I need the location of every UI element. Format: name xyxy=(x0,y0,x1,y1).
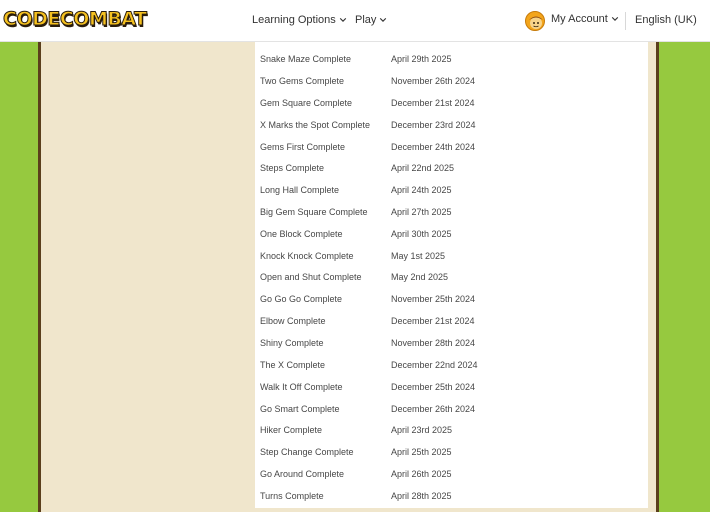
language-selector[interactable]: English (UK) xyxy=(635,14,697,26)
achievement-name: Elbow Complete xyxy=(260,316,326,326)
user-avatar-icon[interactable] xyxy=(525,11,545,31)
nav-learning-options[interactable]: Learning Options xyxy=(252,14,347,26)
achievement-date: May 1st 2025 xyxy=(391,251,446,261)
list-item: Gem Square Complete December 21st 2024 xyxy=(255,92,648,114)
list-item: Elbow Complete December 21st 2024 xyxy=(255,310,648,332)
achievement-date: November 26th 2024 xyxy=(391,76,476,86)
achievement-name: Gem Square Complete xyxy=(260,98,353,108)
achievement-date: April 29th 2025 xyxy=(391,54,452,64)
achievement-name: The X Complete xyxy=(260,360,326,370)
my-account-label: My Account xyxy=(551,13,608,25)
achievement-date: April 27th 2025 xyxy=(391,207,452,217)
chevron-down-icon xyxy=(339,18,346,22)
list-item: Turns Complete April 28th 2025 xyxy=(255,485,648,507)
achievement-name: X Marks the Spot Complete xyxy=(260,120,371,130)
nav-play[interactable]: Play xyxy=(355,14,387,26)
achievement-date: April 25th 2025 xyxy=(391,447,452,457)
achievement-name: One Block Complete xyxy=(260,229,343,239)
list-item: Snake Maze Complete April 29th 2025 xyxy=(255,48,648,70)
my-account-menu[interactable]: My Account xyxy=(551,13,619,25)
achievement-name: Go Smart Complete xyxy=(260,404,340,414)
right-wood-border xyxy=(656,42,659,512)
achievement-date: April 28th 2025 xyxy=(391,491,452,501)
achievement-name: Big Gem Square Complete xyxy=(260,207,368,217)
chevron-down-icon xyxy=(611,17,619,21)
achievement-name: Go Around Complete xyxy=(260,469,345,479)
achievement-date: May 2nd 2025 xyxy=(391,272,449,282)
list-item: Steps Complete April 22nd 2025 xyxy=(255,157,648,179)
nav-learning-options-label: Learning Options xyxy=(252,14,336,26)
list-item: Big Gem Square Complete April 27th 2025 xyxy=(255,201,648,223)
list-item: Hiker Complete April 23rd 2025 xyxy=(255,419,648,441)
codecombat-logo[interactable]: CODECOMBAT xyxy=(3,8,148,31)
achievement-name: Two Gems Complete xyxy=(260,76,345,86)
list-item: Gems First Complete December 24th 2024 xyxy=(255,136,648,158)
achievement-date: December 24th 2024 xyxy=(391,142,476,152)
list-item: Go Smart Complete December 26th 2024 xyxy=(255,398,648,420)
achievement-date: December 22nd 2024 xyxy=(391,360,478,370)
list-item: Two Gems Complete November 26th 2024 xyxy=(255,70,648,92)
achievement-date: December 21st 2024 xyxy=(391,98,475,108)
list-item: Walk It Off Complete December 25th 2024 xyxy=(255,376,648,398)
achievement-name: Turns Complete xyxy=(260,491,324,501)
nav-divider xyxy=(625,12,626,30)
achievement-name: Go Go Go Complete xyxy=(260,294,343,304)
achievement-name: Snake Maze Complete xyxy=(260,54,352,64)
list-item: Long Hall Complete April 24th 2025 xyxy=(255,179,648,201)
achievement-date: April 23rd 2025 xyxy=(391,425,453,435)
achievement-name: Walk It Off Complete xyxy=(260,382,343,392)
list-item: Shiny Complete November 28th 2024 xyxy=(255,332,648,354)
achievement-date: April 30th 2025 xyxy=(391,229,452,239)
achievement-name: Hiker Complete xyxy=(260,425,323,435)
list-item: Step Change Complete April 25th 2025 xyxy=(255,441,648,463)
achievement-date: November 28th 2024 xyxy=(391,338,476,348)
list-item: Go Around Complete April 26th 2025 xyxy=(255,463,648,485)
achievement-date: April 24th 2025 xyxy=(391,185,452,195)
language-label: English (UK) xyxy=(635,14,697,26)
list-item: The X Complete December 22nd 2024 xyxy=(255,354,648,376)
achievement-name: Steps Complete xyxy=(260,163,325,173)
chevron-down-icon xyxy=(380,18,387,22)
list-item: Open and Shut Complete May 2nd 2025 xyxy=(255,266,648,288)
nav-play-label: Play xyxy=(355,14,377,26)
avatar-face-icon xyxy=(529,16,543,29)
achievement-date: December 26th 2024 xyxy=(391,404,476,414)
list-item: Go Go Go Complete November 25th 2024 xyxy=(255,288,648,310)
achievement-date: December 21st 2024 xyxy=(391,316,475,326)
achievement-date: April 26th 2025 xyxy=(391,469,452,479)
top-navbar: CODECOMBAT Learning Options Play My Acco… xyxy=(0,0,710,42)
list-item: X Marks the Spot Complete December 23rd … xyxy=(255,114,648,136)
achievement-name: Long Hall Complete xyxy=(260,185,340,195)
achievement-date: November 25th 2024 xyxy=(391,294,476,304)
achievement-name: Shiny Complete xyxy=(260,338,324,348)
achievement-date: April 22nd 2025 xyxy=(391,163,455,173)
achievement-name: Step Change Complete xyxy=(260,447,354,457)
achievement-name: Gems First Complete xyxy=(260,142,346,152)
achievement-date: December 25th 2024 xyxy=(391,382,476,392)
achievements-list: Snake Maze Complete April 29th 2025 Two … xyxy=(255,42,648,508)
list-item: One Block Complete April 30th 2025 xyxy=(255,223,648,245)
achievement-name: Open and Shut Complete xyxy=(260,272,362,282)
achievement-name: Knock Knock Complete xyxy=(260,251,354,261)
list-item: Knock Knock Complete May 1st 2025 xyxy=(255,245,648,267)
achievement-date: December 23rd 2024 xyxy=(391,120,476,130)
